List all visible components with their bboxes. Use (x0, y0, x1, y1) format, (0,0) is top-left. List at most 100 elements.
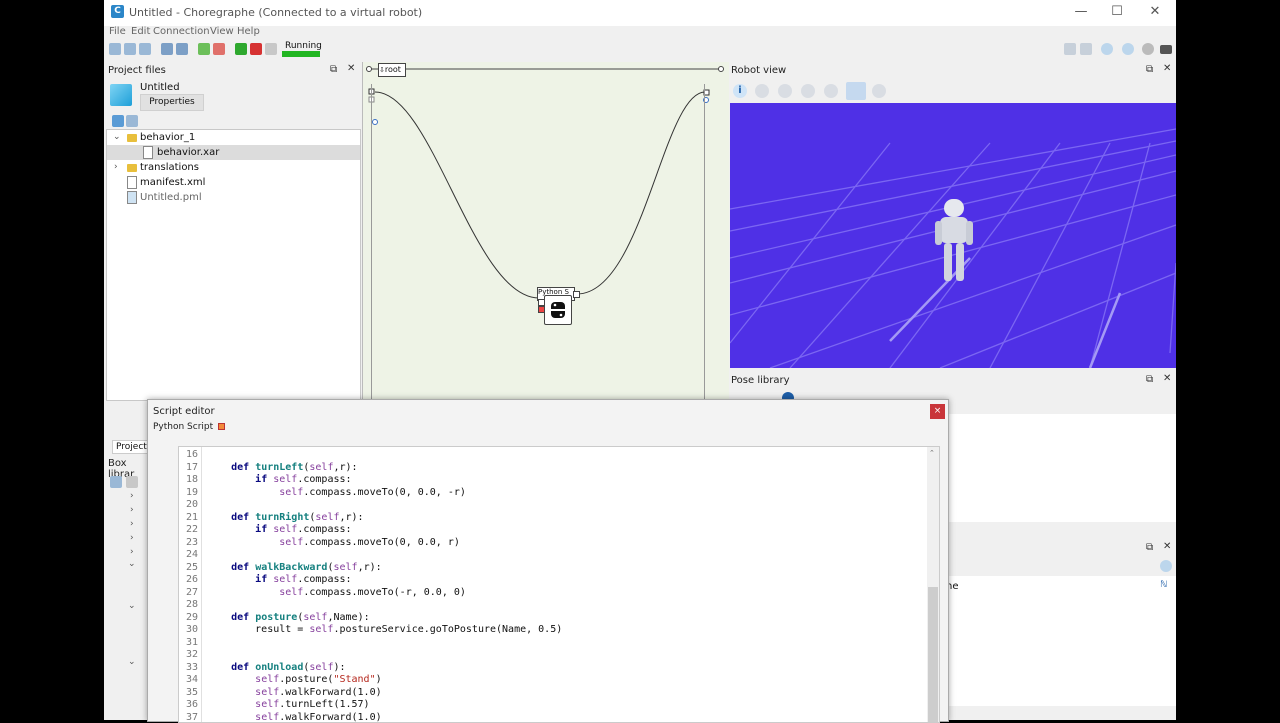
code-line: def turnRight(self,r): (231, 511, 364, 523)
properties-button[interactable]: Properties (140, 94, 204, 111)
tree-item-translations[interactable]: › translations (107, 160, 360, 175)
export-icon[interactable] (126, 115, 138, 127)
chevron-right-icon[interactable]: › (130, 519, 134, 529)
chevron-right-icon[interactable]: › (130, 491, 134, 501)
close-script-editor-button[interactable]: × (930, 404, 945, 419)
chevron-right-icon[interactable]: › (130, 547, 134, 557)
code-line: def posture(self,Name): (231, 611, 370, 623)
line-number: 26 (185, 574, 198, 585)
code-scrollbar[interactable]: ⌃ (927, 447, 939, 722)
redo-icon[interactable] (176, 43, 188, 55)
tree-item-behavior-xar[interactable]: behavior.xar (107, 145, 360, 160)
robot-head (944, 199, 964, 217)
menu-file[interactable]: File (109, 26, 126, 37)
zoom-icon[interactable] (872, 84, 886, 98)
view-option-icon[interactable] (755, 84, 769, 98)
modified-marker-icon (218, 423, 226, 430)
view-option-icon[interactable] (824, 84, 838, 98)
tab-python-script[interactable]: Python Script (153, 422, 226, 440)
menu-connection[interactable]: Connection (153, 26, 210, 37)
scroll-up-icon[interactable]: ⌃ (929, 449, 935, 457)
flow-diagram-canvas[interactable]: ⇩root Python S (362, 62, 729, 400)
rest-icon[interactable] (1122, 43, 1134, 55)
close-panel-icon[interactable]: ✕ (1163, 373, 1171, 384)
code-line: def walkBackward(self,r): (231, 561, 382, 573)
undo-icon[interactable] (161, 43, 173, 55)
line-number: 33 (185, 661, 198, 673)
code-editor[interactable]: 16 17 18 19 20 21 22 23 24 25 26 27 28 2… (178, 446, 940, 723)
autonomous-life-icon[interactable] (1142, 43, 1154, 55)
breadcrumb-root[interactable]: ⇩root (378, 63, 406, 77)
menu-help[interactable]: Help (237, 26, 260, 37)
code-line: self.turnLeft(1.57) (255, 699, 370, 710)
tree-item-behavior-1[interactable]: ⌄ behavior_1 (107, 130, 360, 145)
line-number: 16 (185, 449, 198, 460)
new-project-icon[interactable] (109, 43, 121, 55)
scroll-thumb[interactable] (928, 587, 938, 722)
robot-left-arm (935, 221, 942, 245)
stop-icon[interactable] (250, 43, 262, 55)
tree-item-pml[interactable]: Untitled.pml (107, 190, 360, 205)
open-project-icon[interactable] (124, 43, 136, 55)
tree-item-label: manifest.xml (140, 177, 206, 188)
close-panel-icon[interactable]: ✕ (1163, 541, 1171, 552)
run-progress-bar (282, 51, 320, 57)
code-line: if self.compass: (255, 474, 352, 485)
chevron-right-icon[interactable]: › (114, 160, 118, 175)
robot-3d-viewport[interactable] (730, 103, 1176, 368)
save-project-icon[interactable] (139, 43, 151, 55)
line-number: 31 (185, 636, 198, 648)
code-line: self.compass.moveTo(-r, 0.0, 0) (279, 586, 466, 598)
library-tool-icon[interactable] (126, 476, 138, 488)
title-bar: C Untitled - Choregraphe (Connected to a… (104, 0, 1176, 26)
chevron-down-icon[interactable]: ⌄ (128, 601, 136, 611)
minimize-button[interactable]: — (1066, 3, 1096, 21)
info-icon[interactable]: i (733, 84, 747, 98)
wake-up-icon[interactable] (1101, 43, 1113, 55)
float-panel-icon[interactable]: ⧉ (1146, 64, 1153, 75)
debug-icon[interactable] (265, 43, 277, 55)
close-panel-icon[interactable]: ✕ (1163, 63, 1171, 74)
float-panel-icon[interactable]: ⧉ (330, 64, 337, 75)
float-panel-icon[interactable]: ⧉ (1146, 542, 1153, 553)
close-button[interactable]: ✕ (1140, 3, 1170, 21)
float-panel-icon[interactable]: ⧉ (1146, 374, 1153, 385)
python-script-box[interactable] (544, 295, 572, 325)
line-number: 35 (185, 686, 198, 698)
side-panel-content: ne ℕ (944, 576, 1176, 706)
tree-item-manifest[interactable]: manifest.xml (107, 175, 360, 190)
panel-title: Project files (108, 65, 166, 76)
side-info-icon[interactable]: ℕ (1160, 580, 1167, 590)
tab-label: Python Script (153, 422, 214, 432)
chevron-down-icon[interactable]: ⌄ (113, 130, 121, 145)
speech-icon[interactable] (1080, 43, 1092, 55)
file-icon (127, 176, 137, 189)
menu-edit[interactable]: Edit (131, 26, 150, 37)
chevron-down-icon[interactable]: ⌄ (128, 559, 136, 569)
volume-icon[interactable] (1064, 43, 1076, 55)
script-editor-title: Script editor (153, 406, 215, 417)
line-number: 19 (185, 486, 198, 498)
maximize-button[interactable]: ☐ (1102, 3, 1132, 21)
play-icon[interactable] (235, 43, 247, 55)
box-stop-port[interactable] (538, 306, 545, 313)
view-option-icon[interactable] (778, 84, 792, 98)
connect-icon[interactable] (198, 43, 210, 55)
pml-file-icon (127, 191, 137, 204)
view-option-icon[interactable] (801, 84, 815, 98)
close-panel-icon[interactable]: ✕ (347, 63, 355, 74)
chevron-right-icon[interactable]: › (130, 533, 134, 543)
import-icon[interactable] (112, 115, 124, 127)
box-input-port[interactable] (538, 299, 545, 306)
line-number: 22 (185, 524, 198, 535)
chevron-right-icon[interactable]: › (130, 505, 134, 515)
menu-view[interactable]: View (210, 26, 234, 37)
view-option-icon[interactable] (846, 82, 866, 100)
side-tool-icon[interactable] (1160, 560, 1172, 572)
box-output-port[interactable] (573, 291, 580, 298)
library-tool-icon[interactable] (110, 476, 122, 488)
disconnect-icon[interactable] (213, 43, 225, 55)
chevron-down-icon[interactable]: ⌄ (128, 657, 136, 667)
tree-item-label: Untitled.pml (140, 192, 202, 203)
line-number: 30 (185, 624, 198, 635)
